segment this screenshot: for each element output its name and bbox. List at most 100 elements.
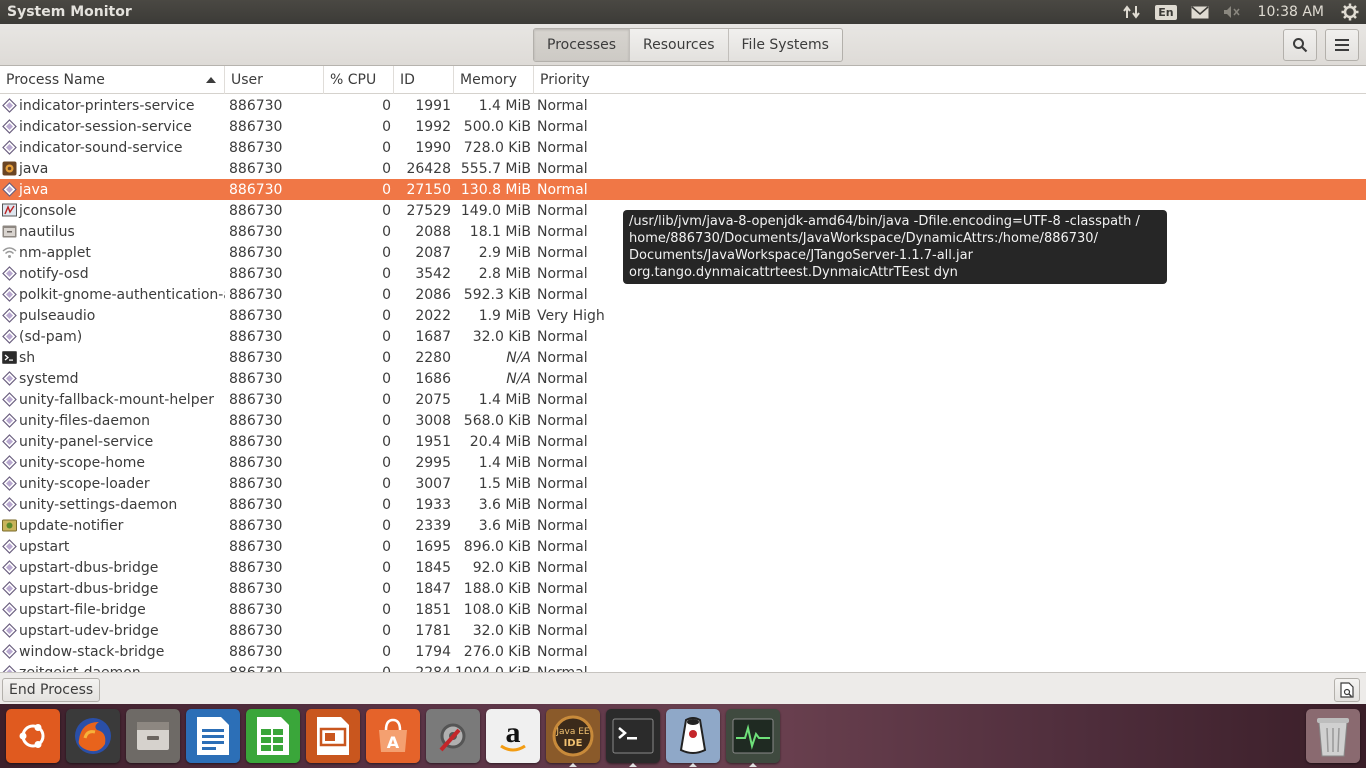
table-row[interactable]: indicator-sound-service 886730 0 1990 728.0 … <box>0 137 1366 158</box>
cell-id: 2284 <box>394 662 454 673</box>
firefox-icon[interactable] <box>66 709 120 763</box>
system-monitor-icon[interactable] <box>726 709 780 767</box>
cell-id: 1794 <box>415 643 451 660</box>
cell-user: 886730 <box>229 391 283 408</box>
process-name-text: jconsole <box>19 202 77 219</box>
table-row[interactable]: indicator-printers-service 886730 0 1991 1.4… <box>0 95 1366 116</box>
cell-cpu: 0 <box>382 265 391 282</box>
session-gear-icon[interactable] <box>1334 0 1366 24</box>
cell-priority: Normal <box>537 349 588 366</box>
table-row[interactable]: unity-files-daemon 886730 0 3008 568.0 KiB No… <box>0 410 1366 431</box>
libreoffice-impress-icon[interactable] <box>306 709 360 763</box>
cell-memory: 108.0 KiB <box>463 601 531 618</box>
cell-process-name: upstart-file-bridge <box>0 599 225 620</box>
table-row[interactable]: java 886730 0 26428 555.7 MiB Normal <box>0 158 1366 179</box>
clock[interactable]: 10:38 AM <box>1248 0 1334 24</box>
search-icon <box>1293 38 1308 53</box>
libreoffice-calc-icon[interactable] <box>246 709 300 763</box>
ubuntu-dash-icon[interactable] <box>6 709 60 763</box>
cell-cpu: 0 <box>382 118 391 135</box>
cell-user: 886730 <box>229 454 283 471</box>
table-row[interactable]: upstart-dbus-bridge 886730 0 1845 92.0 KiB No… <box>0 557 1366 578</box>
process-properties-button[interactable] <box>1334 678 1360 702</box>
column-header-memory[interactable]: Memory <box>454 66 534 94</box>
column-header-label: % CPU <box>330 72 377 88</box>
table-row[interactable]: unity-settings-daemon 886730 0 1933 3.6 MiB N… <box>0 494 1366 515</box>
sound-muted-icon[interactable] <box>1216 0 1248 24</box>
tab-resources[interactable]: Resources <box>630 29 729 61</box>
table-row[interactable]: unity-panel-service 886730 0 1951 20.4 MiB No… <box>0 431 1366 452</box>
java-ee-ide-icon[interactable]: Java EE IDE <box>546 709 600 767</box>
cell-process-name: unity-scope-loader <box>0 473 225 494</box>
cell-process-name: indicator-printers-service <box>0 95 225 116</box>
table-row[interactable]: upstart-udev-bridge 886730 0 1781 32.0 KiB No… <box>0 620 1366 641</box>
tab-file-systems[interactable]: File Systems <box>729 29 842 61</box>
terminal-icon[interactable] <box>606 709 660 767</box>
search-button[interactable] <box>1283 29 1317 61</box>
cell-user: 886730 <box>229 433 283 450</box>
process-name-text: java <box>19 160 49 177</box>
table-row[interactable]: sh 886730 0 2280 N/A Normal <box>0 347 1366 368</box>
cell-memory: 188.0 KiB <box>463 580 531 597</box>
software-center-icon[interactable]: A <box>366 709 420 763</box>
column-header-id[interactable]: ID <box>394 66 454 94</box>
column-header-user[interactable]: User <box>225 66 324 94</box>
cell-process-name: unity-files-daemon <box>0 410 225 431</box>
menu-button[interactable] <box>1325 29 1359 61</box>
table-row[interactable]: window-stack-bridge 886730 0 1794 276.0 KiB N… <box>0 641 1366 662</box>
diamond-icon <box>2 476 17 491</box>
column-header-process-name[interactable]: Process Name <box>0 66 225 94</box>
process-name-text: upstart-udev-bridge <box>19 622 159 639</box>
cell-user: 886730 <box>229 643 283 660</box>
table-row[interactable]: systemd 886730 0 1686 N/A Normal <box>0 368 1366 389</box>
trash-icon[interactable] <box>1306 709 1360 763</box>
diamond-icon <box>2 581 17 596</box>
jconsole-icon[interactable] <box>666 709 720 767</box>
cell-cpu: 0 <box>382 97 391 114</box>
tab-processes[interactable]: Processes <box>534 29 631 61</box>
diamond-icon <box>2 539 17 554</box>
running-indicator <box>749 763 757 767</box>
cell-memory: 555.7 MiB <box>460 160 531 177</box>
table-row[interactable]: update-notifier 886730 0 2339 3.6 MiB Normal <box>0 515 1366 536</box>
process-name-text: upstart-dbus-bridge <box>19 559 159 576</box>
cell-process-name: upstart-udev-bridge <box>0 620 225 641</box>
cell-cpu: 0 <box>382 370 391 387</box>
system-settings-icon[interactable] <box>426 709 480 763</box>
cell-priority: Normal <box>537 391 588 408</box>
table-row[interactable]: upstart 886730 0 1695 896.0 KiB Normal <box>0 536 1366 557</box>
cell-id: 1990 <box>415 139 451 156</box>
column-header-cpu[interactable]: % CPU <box>324 66 394 94</box>
end-process-button[interactable]: End Process <box>2 678 101 702</box>
mail-icon[interactable] <box>1184 0 1216 24</box>
table-row[interactable]: upstart-file-bridge 886730 0 1851 108.0 KiB N… <box>0 599 1366 620</box>
network-transfer-icon[interactable] <box>1116 0 1148 24</box>
table-row[interactable]: pulseaudio 886730 0 2022 1.9 MiB Very High <box>0 305 1366 326</box>
libreoffice-writer-icon[interactable] <box>186 709 240 763</box>
cell-cpu: 0 <box>382 223 391 240</box>
amazon-icon[interactable]: a <box>486 709 540 763</box>
table-row[interactable]: indicator-session-service 886730 0 1992 500.… <box>0 116 1366 137</box>
cell-id: 1687 <box>415 328 451 345</box>
cell-user: 886730 <box>229 517 283 534</box>
process-name-text: zeitgeist-daemon <box>19 665 141 673</box>
cell-cpu: 0 <box>382 622 391 639</box>
cell-priority: Normal <box>537 496 588 513</box>
column-header-priority[interactable]: Priority <box>534 66 1366 94</box>
table-row[interactable]: upstart-dbus-bridge 886730 0 1847 188.0 KiB N… <box>0 578 1366 599</box>
svg-text:Java EE: Java EE <box>555 727 590 737</box>
table-row[interactable]: unity-scope-loader 886730 0 3007 1.5 MiB Norm… <box>0 473 1366 494</box>
cell-memory: 2.8 MiB <box>478 265 531 282</box>
table-row[interactable]: unity-fallback-mount-helper 886730 0 2075 1.… <box>0 389 1366 410</box>
table-row[interactable]: polkit-gnome-authentication-agent-188673… <box>0 284 1366 305</box>
diamond-icon <box>2 371 17 386</box>
table-row[interactable]: java 886730 0 27150 130.8 MiB Normal <box>0 179 1366 200</box>
cell-user: 886730 <box>229 139 283 156</box>
table-row[interactable]: (sd-pam) 886730 0 1687 32.0 KiB Normal <box>0 326 1366 347</box>
table-row[interactable]: unity-scope-home 886730 0 2995 1.4 MiB Normal <box>0 452 1366 473</box>
table-row[interactable]: zeitgeist-daemon 886730022841004.0 KiBNor… <box>0 662 1366 672</box>
cell-process-name: upstart-dbus-bridge <box>0 578 225 599</box>
files-icon[interactable] <box>126 709 180 763</box>
svg-text:IDE: IDE <box>564 738 583 749</box>
keyboard-layout-indicator[interactable]: En <box>1148 0 1183 24</box>
